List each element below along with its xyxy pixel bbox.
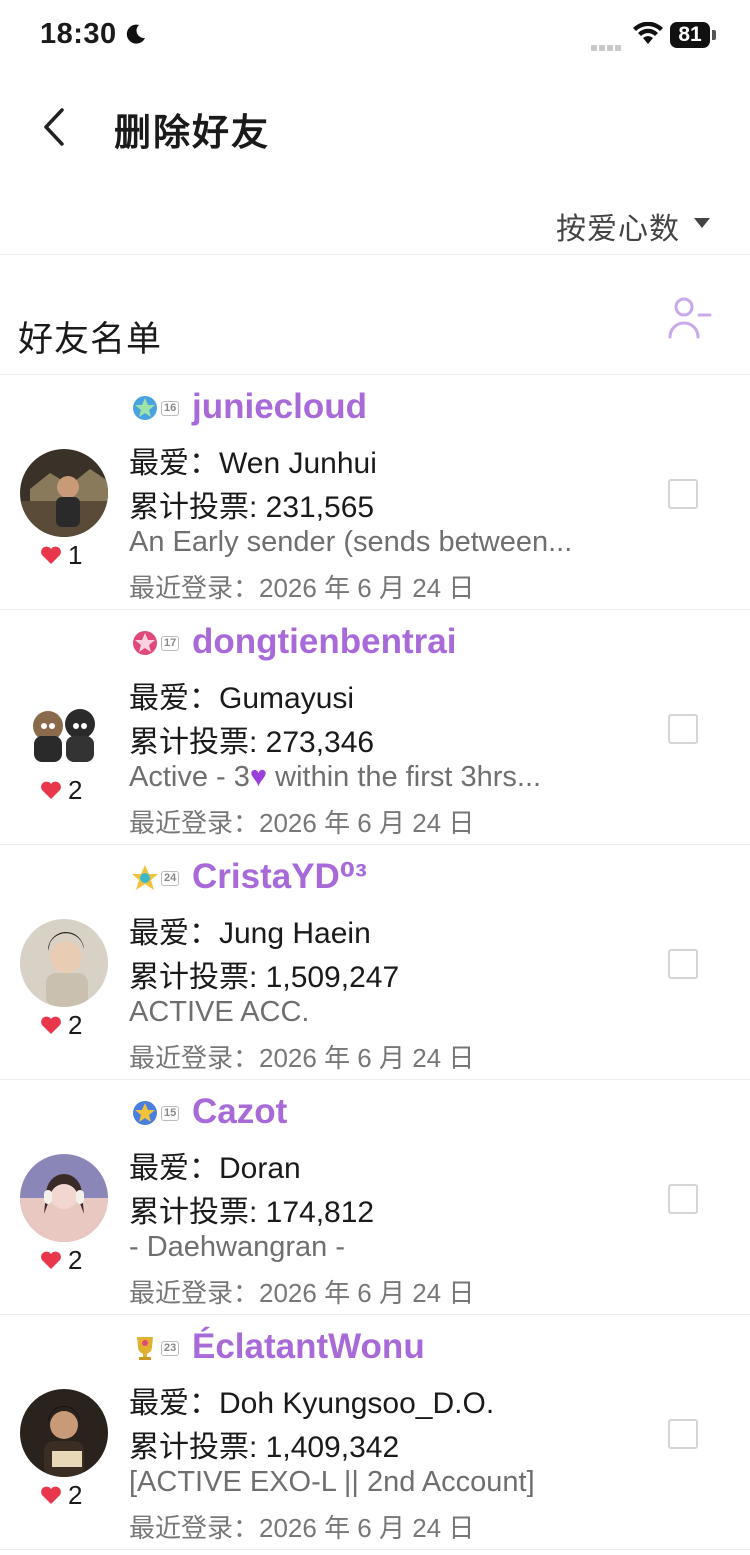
chevron-down-icon[interactable] xyxy=(694,218,710,228)
avatar xyxy=(20,449,108,537)
friend-row[interactable]: 1 16 juniecloud 最爱：Wen Junhui 累计投票: 231,… xyxy=(0,375,750,610)
level-number: 23 xyxy=(161,1341,180,1356)
bio: - Daehwangran - xyxy=(129,1231,345,1263)
username[interactable]: Cazot xyxy=(192,1092,287,1132)
heart-count: 2 xyxy=(68,1244,83,1275)
back-icon[interactable] xyxy=(30,102,80,152)
heart-count-group: 2 xyxy=(40,774,82,806)
list-header: 好友名单 xyxy=(0,255,750,375)
heart-count: 1 xyxy=(68,539,83,570)
friend-list-title: 好友名单 xyxy=(18,320,163,359)
favorite-idol: 最爱：Doran xyxy=(129,1152,301,1185)
battery-cap xyxy=(712,30,716,40)
heart-count-group: 2 xyxy=(40,1009,82,1041)
select-checkbox[interactable] xyxy=(668,949,698,979)
heart-icon xyxy=(41,1486,61,1504)
level-number: 17 xyxy=(161,636,180,651)
friend-row[interactable]: 2 24 CristaYD⁰³ 最爱：Jung Haein 累计投票: 1,50… xyxy=(0,845,750,1080)
username[interactable]: CristaYD⁰³ xyxy=(192,857,367,897)
total-votes: 累计投票: 1,509,247 xyxy=(129,961,400,994)
total-votes: 累计投票: 273,346 xyxy=(129,726,375,759)
friend-list: 1 16 juniecloud 最爱：Wen Junhui 累计投票: 231,… xyxy=(0,375,750,1550)
last-login: 最近登录：2026 年 6 月 24 日 xyxy=(129,1043,475,1073)
username[interactable]: juniecloud xyxy=(192,387,367,427)
sort-dropdown[interactable]: 按爱心数 xyxy=(556,204,680,248)
bio: An Early sender (sends between... xyxy=(129,526,573,558)
heart-count-group: 1 xyxy=(40,539,82,571)
favorite-idol: 最爱：Jung Haein xyxy=(129,917,371,950)
level-number: 24 xyxy=(161,871,180,886)
select-checkbox[interactable] xyxy=(668,1419,698,1449)
last-login: 最近登录：2026 年 6 月 24 日 xyxy=(129,1513,475,1543)
select-checkbox[interactable] xyxy=(668,479,698,509)
heart-count: 2 xyxy=(68,774,83,805)
select-checkbox[interactable] xyxy=(668,714,698,744)
avatar xyxy=(20,1389,108,1477)
total-votes: 累计投票: 1,409,342 xyxy=(129,1431,400,1464)
nav-bar: 删除好友 xyxy=(0,72,750,182)
friend-row[interactable]: 2 17 dongtienbentrai 最爱：Gumayusi 累计投票: 2… xyxy=(0,610,750,845)
friend-row[interactable]: 2 15 Cazot 最爱：Doran 累计投票: 174,812 - Daeh… xyxy=(0,1080,750,1315)
bio-suffix: within the first 3hrs... xyxy=(267,761,542,793)
battery-icon: 81 xyxy=(670,22,710,48)
page-title: 删除好友 xyxy=(114,112,270,153)
select-checkbox[interactable] xyxy=(668,1184,698,1214)
heart-count: 2 xyxy=(68,1479,83,1510)
heart-icon xyxy=(41,781,61,799)
last-login: 最近登录：2026 年 6 月 24 日 xyxy=(129,808,475,838)
bio-prefix: Active - 3 xyxy=(129,761,250,793)
heart-count-group: 2 xyxy=(40,1244,82,1276)
total-votes: 累计投票: 231,565 xyxy=(129,491,375,524)
wifi-icon xyxy=(633,22,663,44)
total-votes: 累计投票: 174,812 xyxy=(129,1196,375,1229)
username[interactable]: ÉclatantWonu xyxy=(192,1327,425,1367)
favorite-idol: 最爱：Doh Kyungsoo_D.O. xyxy=(129,1387,495,1420)
status-bar: 18:30 81 xyxy=(0,0,750,72)
level-number: 15 xyxy=(161,1106,180,1121)
status-time: 18:30 xyxy=(40,18,117,50)
bio: Active - 3♥ within the first 3hrs... xyxy=(129,761,629,794)
last-login: 最近登录：2026 年 6 月 24 日 xyxy=(129,573,475,603)
favorite-idol: 最爱：Gumayusi xyxy=(129,682,355,715)
avatar xyxy=(20,684,108,772)
heart-count-group: 2 xyxy=(40,1479,82,1511)
cellular-signal-icon xyxy=(591,38,623,56)
heart-icon xyxy=(41,546,61,564)
avatar xyxy=(20,1154,108,1242)
heart-icon xyxy=(41,1016,61,1034)
bio: ACTIVE ACC. xyxy=(129,996,310,1028)
favorite-idol: 最爱：Wen Junhui xyxy=(129,447,377,480)
remove-friend-icon[interactable] xyxy=(666,293,714,341)
bio: [ACTIVE EXO-L || 2nd Account] xyxy=(129,1466,535,1498)
sort-bar: 按爱心数 xyxy=(0,182,750,255)
heart-count: 2 xyxy=(68,1009,83,1040)
friend-row[interactable]: 2 23 ÉclatantWonu 最爱：Doh Kyungsoo_D.O. 累… xyxy=(0,1315,750,1550)
purple-heart-icon: ♥ xyxy=(249,761,268,793)
moon-icon xyxy=(126,24,145,44)
username[interactable]: dongtienbentrai xyxy=(192,622,456,662)
last-login: 最近登录：2026 年 6 月 24 日 xyxy=(129,1278,475,1308)
avatar xyxy=(20,919,108,1007)
level-number: 16 xyxy=(161,401,180,416)
heart-icon xyxy=(41,1251,61,1269)
